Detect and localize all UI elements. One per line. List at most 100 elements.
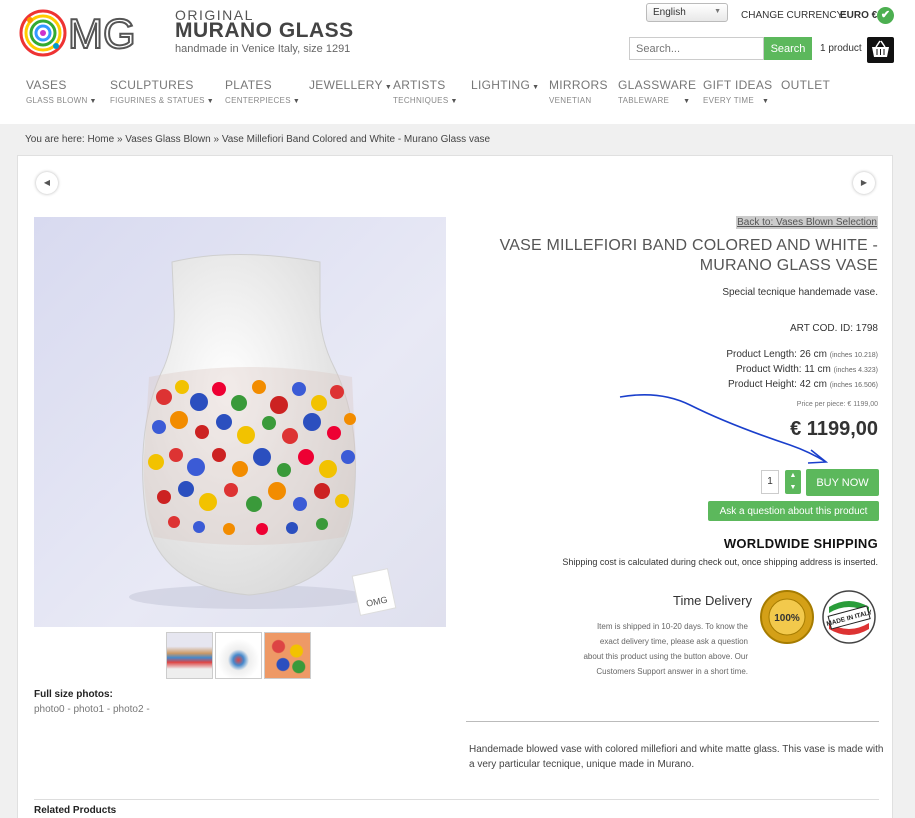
thumbnail-0[interactable] <box>166 632 213 679</box>
thumbnail-1[interactable] <box>215 632 262 679</box>
stepper-down-icon[interactable]: ▼ <box>785 482 801 494</box>
divider <box>466 721 879 722</box>
breadcrumb-category-link[interactable]: Vases Glass Blown <box>125 134 210 145</box>
caret-down-icon: ▼ <box>89 98 97 105</box>
photo-link[interactable]: photo0 <box>34 704 65 715</box>
caret-down-icon: ▼ <box>384 84 393 91</box>
spec-value: Product Height: 42 cm <box>728 379 827 390</box>
nav-sub-label: TABLEWARE <box>618 96 670 105</box>
check-icon[interactable]: ✔ <box>877 7 894 24</box>
next-product-button[interactable]: ▶ <box>853 172 875 194</box>
shipping-title: WORLDWIDE SHIPPING <box>723 536 878 551</box>
related-products-title: Related Products <box>34 805 117 816</box>
nav-label: VASES <box>26 78 67 92</box>
article-code: ART COD. ID: 1798 <box>790 323 878 334</box>
nav-item-plates[interactable]: PLATES CENTERPIECES ▼ <box>225 78 300 105</box>
fullsize-photos-label: Full size photos: <box>34 689 113 700</box>
breadcrumb-current: Vase Millefiori Band Colored and White -… <box>221 134 491 145</box>
nav-label: PLATES <box>225 78 272 92</box>
currency-label: CHANGE CURRENCY: <box>741 10 846 21</box>
svg-text:MG: MG <box>68 10 136 57</box>
nav-sub-label: VENETIAN <box>549 96 592 105</box>
cart-icon[interactable] <box>867 37 894 63</box>
brand-name: MURANO GLASS <box>175 19 354 42</box>
nav-item-gift-ideas[interactable]: GIFT IDEAS EVERY TIME ▼ <box>703 78 772 105</box>
quantity-input[interactable]: 1 <box>761 470 779 494</box>
time-delivery-title: Time Delivery <box>673 593 752 608</box>
buy-now-button[interactable]: BUY NOW <box>806 469 879 496</box>
currency-value[interactable]: EURO € <box>840 10 877 21</box>
language-select[interactable]: English ▼ <box>646 3 728 22</box>
nav-item-artists[interactable]: ARTISTS TECHNIQUES ▼ <box>393 78 458 105</box>
caret-down-icon: ▼ <box>292 98 301 105</box>
vase-illustration: OMG <box>129 254 397 616</box>
search-input[interactable] <box>629 37 764 60</box>
divider <box>34 799 879 800</box>
nav-sub-label: GLASS BLOWN <box>26 96 88 105</box>
photo-link[interactable]: photo1 <box>73 704 104 715</box>
nav-sub-label: EVERY TIME <box>703 96 755 105</box>
nav-sub-label: TECHNIQUES <box>393 96 449 105</box>
spec-inches: (inches 4.323) <box>833 367 878 374</box>
nav-item-glassware[interactable]: GLASSWARE TABLEWARE ▼ <box>618 78 696 105</box>
time-delivery-text: Item is shipped in 10-20 days. To know t… <box>583 622 748 676</box>
spec-inches: (inches 10.218) <box>829 352 878 359</box>
nav-label: ARTISTS <box>393 78 446 92</box>
nav-item-vases[interactable]: VASES GLASS BLOWN ▼ <box>26 78 97 105</box>
product-description: Handemade blowed vase with colored mille… <box>469 744 884 770</box>
quantity-stepper[interactable]: ▲ ▼ <box>785 470 801 494</box>
product-tagline: Special tecnique handemade vase. <box>722 287 878 298</box>
shipping-text: Shipping cost is calculated during check… <box>562 557 878 567</box>
caret-down-icon: ▼ <box>450 98 458 105</box>
product-title: VASE MILLEFIORI BAND COLORED AND WHITE -… <box>499 237 878 274</box>
breadcrumb: You are here: Home » Vases Glass Blown »… <box>25 134 490 145</box>
back-to-selection-link[interactable]: Back to: Vases Blown Selection <box>736 216 878 229</box>
chevron-down-icon: ▼ <box>714 8 721 15</box>
spec-value: Product Width: 11 cm <box>736 364 831 375</box>
cart-count[interactable]: 1 product <box>820 43 862 54</box>
product-height: Product Height: 42 cm (inches 16.506) <box>728 379 878 390</box>
badge-money-text: 100% <box>774 613 800 624</box>
product-main-image[interactable]: OMG <box>34 217 446 627</box>
nav-item-sculptures[interactable]: SCULPTURES FIGURINES & STATUES ▼ <box>110 78 214 105</box>
stepper-up-icon[interactable]: ▲ <box>785 470 801 482</box>
breadcrumb-prefix: You are here: <box>25 134 85 145</box>
content-area: You are here: Home » Vases Glass Blown »… <box>0 124 915 818</box>
nav-item-mirrors[interactable]: MIRRORS VENETIAN <box>549 78 608 105</box>
nav-label: JEWELLERY <box>309 78 383 92</box>
money-back-guarantee-badge: 100% <box>760 590 814 644</box>
product-length: Product Length: 26 cm (inches 10.218) <box>726 349 878 360</box>
product-card: ◀ ▶ OMG Full size photos: photo0 - photo… <box>17 155 893 818</box>
breadcrumb-home-link[interactable]: Home <box>87 134 114 145</box>
nav-sub-label: FIGURINES & STATUES <box>110 96 205 105</box>
product-width: Product Width: 11 cm (inches 4.323) <box>736 364 878 375</box>
nav-item-outlet[interactable]: OUTLET <box>781 78 830 92</box>
nav-label: MIRRORS <box>549 78 608 92</box>
caret-down-icon: ▼ <box>206 98 214 105</box>
omg-logo[interactable]: MG <box>18 8 168 58</box>
site-header: MG ORIGINAL MURANO GLASS handmade in Ven… <box>0 0 915 124</box>
previous-product-button[interactable]: ◀ <box>36 172 58 194</box>
main-nav: VASES GLASS BLOWN ▼ SCULPTURES FIGURINES … <box>0 78 915 118</box>
ask-question-button[interactable]: Ask a question about this product <box>708 501 879 521</box>
caret-down-icon: ▼ <box>532 84 540 91</box>
photo-link[interactable]: photo2 <box>113 704 144 715</box>
nav-label: SCULPTURES <box>110 78 194 92</box>
breadcrumb-separator: » <box>116 134 123 145</box>
nav-label: GLASSWARE <box>618 78 697 92</box>
made-in-italy-badge: MADE IN ITALY <box>822 590 876 644</box>
nav-label: GIFT IDEAS <box>703 78 773 92</box>
nav-label: LIGHTING <box>471 78 531 92</box>
spec-inches: (inches 16.506) <box>829 382 878 389</box>
search-button[interactable]: Search <box>764 37 812 60</box>
language-value: English <box>653 7 686 18</box>
breadcrumb-separator: » <box>213 134 220 145</box>
brand-tagline: handmade in Venice Italy, size 1291 <box>175 43 351 55</box>
price-per-piece: Price per piece: € 1199,00 <box>796 401 878 408</box>
spec-value: Product Length: 26 cm <box>726 349 827 360</box>
thumbnail-2[interactable] <box>264 632 311 679</box>
nav-item-lighting[interactable]: LIGHTING ▼ <box>471 78 539 92</box>
caret-down-icon: ▼ <box>762 98 770 105</box>
nav-item-jewellery[interactable]: JEWELLERY ▼ <box>309 78 392 92</box>
caret-down-icon: ▼ <box>683 98 691 105</box>
